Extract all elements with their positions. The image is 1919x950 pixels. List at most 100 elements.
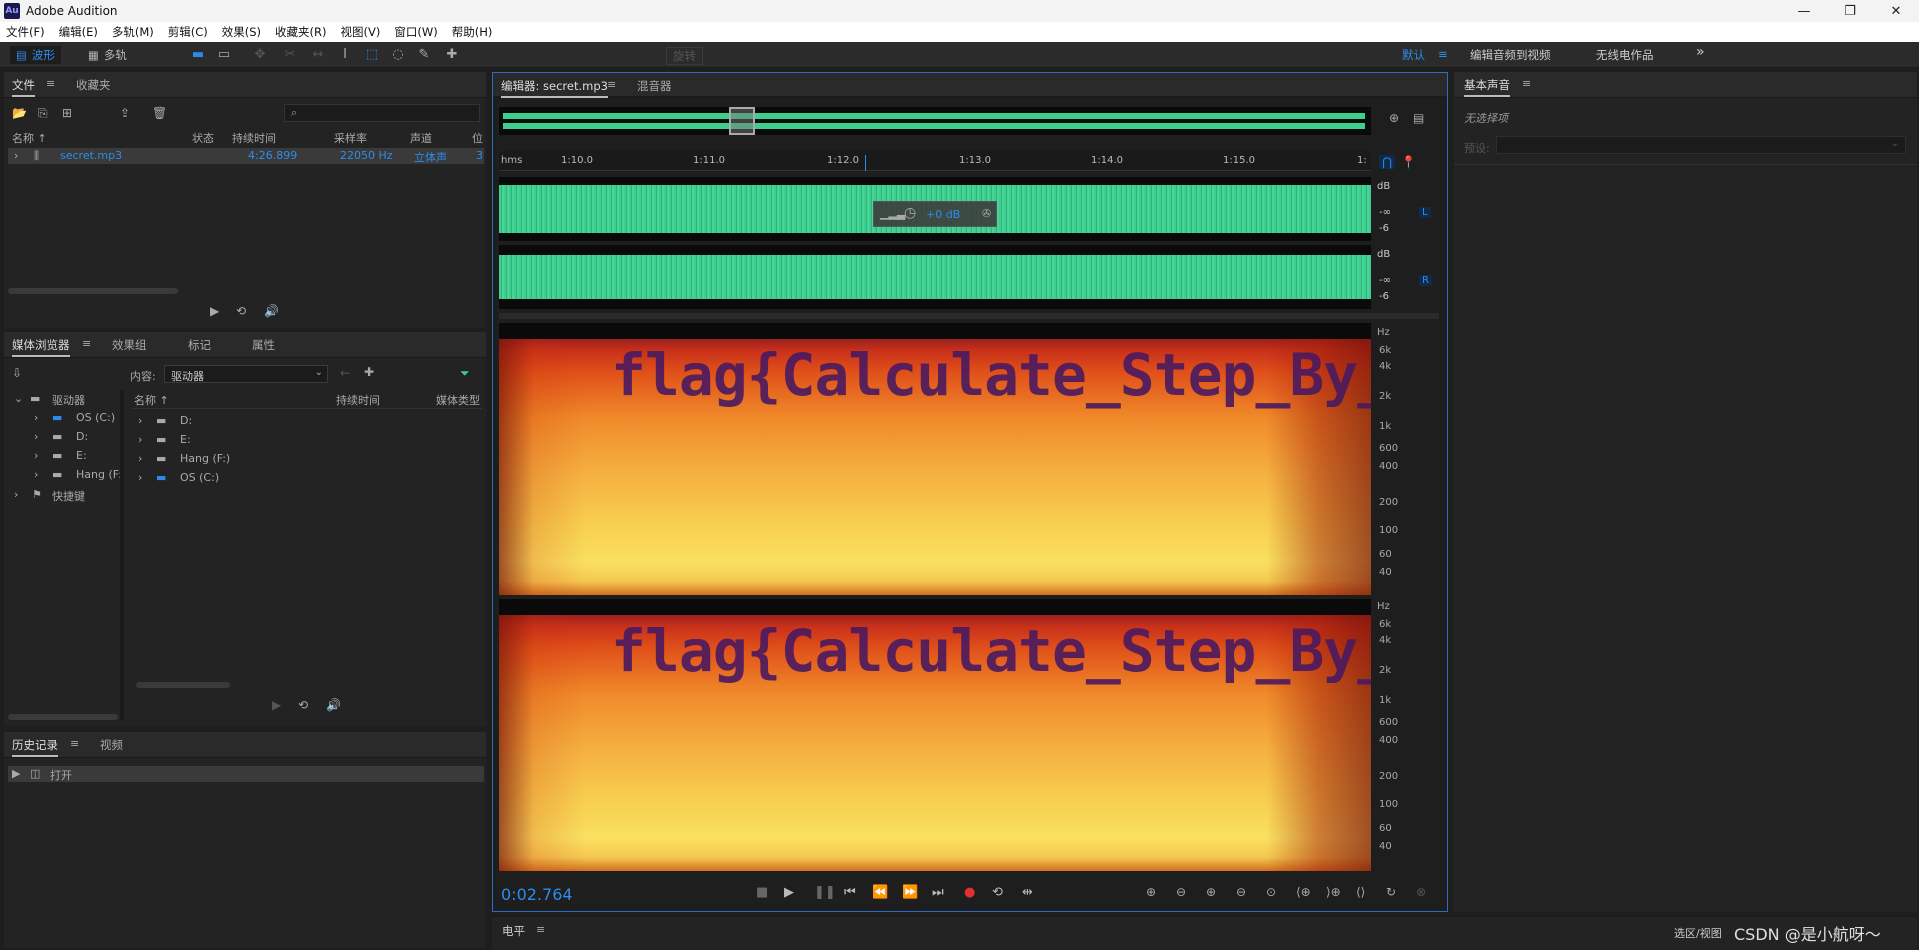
play-preview-icon[interactable]: ▶ <box>210 304 219 318</box>
tab-media-browser[interactable]: 媒体浏览器 <box>12 337 70 357</box>
autoplay-icon[interactable]: 🔊 <box>264 304 279 318</box>
spectrogram-left[interactable]: flag{Calculate_Step_By_Step} <box>499 323 1371 595</box>
minimize-button[interactable]: — <box>1781 0 1827 22</box>
close-button[interactable]: ✕ <box>1873 0 1919 22</box>
tree-scrollbar[interactable] <box>8 714 118 720</box>
splitter[interactable] <box>120 390 124 720</box>
menu-view[interactable]: 视图(V) <box>341 24 381 40</box>
level-panel-title[interactable]: 电平 <box>502 923 525 939</box>
workspace-default[interactable]: 默认 <box>1402 47 1425 63</box>
menu-edit[interactable]: 编辑(E) <box>59 24 98 40</box>
skip-selection-button[interactable]: ⇹ <box>1022 885 1033 900</box>
menu-multitrack[interactable]: 多轨(M) <box>112 24 154 40</box>
list-chevron-icon[interactable]: › <box>138 433 142 446</box>
tab-files[interactable]: 文件 <box>12 77 35 97</box>
spectrogram-right[interactable]: flag{Calculate_Step_By_Step} <box>499 599 1371 871</box>
overview-viewport-handle[interactable] <box>729 107 755 135</box>
zoom-out-amplitude-icon[interactable]: ⊖ <box>1176 885 1186 899</box>
filter-icon[interactable]: ⏷ <box>460 366 470 381</box>
list-col-type[interactable]: 媒体类型 <box>436 392 480 408</box>
media-import-icon[interactable]: ⇩ <box>12 366 22 380</box>
delete-file-icon[interactable]: 🗑 <box>152 106 167 120</box>
menu-file[interactable]: 文件(F) <box>6 24 45 40</box>
waveform-mode-button[interactable]: ▤ 波形 <box>10 46 61 64</box>
time-selection-tool-icon[interactable]: I <box>337 47 353 63</box>
volume-knob-icon[interactable]: ◷ <box>904 205 916 221</box>
tab-markers[interactable]: 标记 <box>188 337 211 353</box>
autoplay-icon[interactable]: 🔊 <box>326 698 341 712</box>
zoom-disabled-icon[interactable]: ⊗ <box>1416 885 1426 899</box>
tree-expand-icon[interactable]: ⌄ <box>14 392 23 405</box>
selection-view-label[interactable]: 选区/视图 <box>1674 925 1722 941</box>
add-shortcut-icon[interactable]: ✚ <box>364 365 374 379</box>
rewind-button[interactable]: ⏪ <box>872 885 888 900</box>
record-button[interactable]: ● <box>964 885 975 900</box>
tree-item-e[interactable]: E: <box>76 449 87 462</box>
tree-chevron-icon[interactable]: › <box>14 488 18 501</box>
channel-l-toggle[interactable]: L <box>1419 207 1431 218</box>
overview-bar[interactable] <box>499 107 1371 135</box>
editor-menu-icon[interactable]: ≡ <box>607 78 616 91</box>
tab-video[interactable]: 视频 <box>100 737 123 753</box>
snap-icon[interactable]: ⋂ <box>1379 155 1395 169</box>
view-splitter[interactable] <box>499 313 1439 319</box>
col-samplerate[interactable]: 采样率 <box>334 130 367 146</box>
back-arrow-icon[interactable]: ← <box>340 366 350 380</box>
workspace-edit-video[interactable]: 编辑音频到视频 <box>1470 47 1551 63</box>
list-item[interactable]: D: <box>180 414 192 427</box>
zoom-reset-icon[interactable]: ↻ <box>1386 885 1396 899</box>
tree-item-f[interactable]: Hang (F: <box>76 468 122 481</box>
tree-chevron-icon[interactable]: › <box>34 468 38 481</box>
menu-effects[interactable]: 效果(S) <box>222 24 261 40</box>
menu-clip[interactable]: 剪辑(C) <box>168 24 208 40</box>
list-chevron-icon[interactable]: › <box>138 452 142 465</box>
zoom-selection-icon[interactable]: ⟨⟩ <box>1356 885 1365 899</box>
hud-volume[interactable]: ▁▂▃ ◷ +0 dB ✇ <box>873 201 997 227</box>
maximize-button[interactable]: ❐ <box>1827 0 1873 22</box>
spectral-pitch-icon[interactable]: ▭ <box>216 47 232 63</box>
open-file-icon[interactable]: 📂 <box>12 106 27 120</box>
tab-history[interactable]: 历史记录 <box>12 737 58 757</box>
files-search-input[interactable]: ⌕ <box>284 104 480 122</box>
list-chevron-icon[interactable]: › <box>138 471 142 484</box>
zoom-in-point-icon[interactable]: ⟨⊕ <box>1296 885 1311 899</box>
brush-tool-icon[interactable]: ✎ <box>416 47 432 63</box>
media-menu-icon[interactable]: ≡ <box>82 337 91 350</box>
list-chevron-icon[interactable]: › <box>138 414 142 427</box>
workspace-radio[interactable]: 无线电作品 <box>1596 47 1654 63</box>
zoom-out-time-icon[interactable]: ⊖ <box>1236 885 1246 899</box>
tree-item-drives[interactable]: 驱动器 <box>52 392 85 408</box>
list-item[interactable]: Hang (F:) <box>180 452 230 465</box>
expand-chevron-icon[interactable]: › <box>14 149 18 162</box>
col-bits[interactable]: 位 <box>472 130 483 146</box>
menu-help[interactable]: 帮助(H) <box>452 24 493 40</box>
fast-forward-button[interactable]: ⏩ <box>902 885 918 900</box>
tree-item-shortcuts[interactable]: 快捷键 <box>52 488 85 504</box>
essential-sound-title[interactable]: 基本声音 <box>1464 77 1510 97</box>
insert-multitrack-icon[interactable]: ⇪ <box>120 106 130 120</box>
tab-properties[interactable]: 属性 <box>252 337 275 353</box>
loop-preview-icon[interactable]: ⟲ <box>298 698 308 712</box>
table-row[interactable]: › ⫼ secret.mp3 4:26.899 22050 Hz 立体声 3 <box>8 148 484 164</box>
workspace-menu-icon[interactable]: ≡ <box>1438 47 1448 61</box>
spot-healing-tool-icon[interactable]: ✚ <box>444 47 460 63</box>
tab-favorites[interactable]: 收藏夹 <box>76 77 111 93</box>
tab-editor[interactable]: 编辑器: secret.mp3 <box>501 78 608 98</box>
files-menu-icon[interactable]: ≡ <box>46 77 55 90</box>
hud-db-value[interactable]: +0 dB <box>926 208 960 221</box>
preset-select[interactable]: ⌄ <box>1496 136 1906 154</box>
col-duration[interactable]: 持续时间 <box>232 130 276 146</box>
col-channels[interactable]: 声道 <box>410 130 432 146</box>
files-scrollbar[interactable] <box>8 288 178 294</box>
list-item[interactable]: OS (C:) <box>180 471 219 484</box>
menu-window[interactable]: 窗口(W) <box>394 24 437 40</box>
spectral-display-icon[interactable]: ▬ <box>190 47 206 63</box>
playhead[interactable] <box>865 155 866 171</box>
list-scrollbar[interactable] <box>136 682 230 688</box>
play-preview-icon[interactable]: ▶ <box>272 698 281 712</box>
rotate-field[interactable]: 旋转 <box>666 47 703 65</box>
content-select[interactable]: 驱动器 ⌄ <box>164 365 328 383</box>
loop-button[interactable]: ⟲ <box>992 885 1003 900</box>
tree-chevron-icon[interactable]: › <box>34 449 38 462</box>
list-col-duration[interactable]: 持续时间 <box>336 392 380 408</box>
